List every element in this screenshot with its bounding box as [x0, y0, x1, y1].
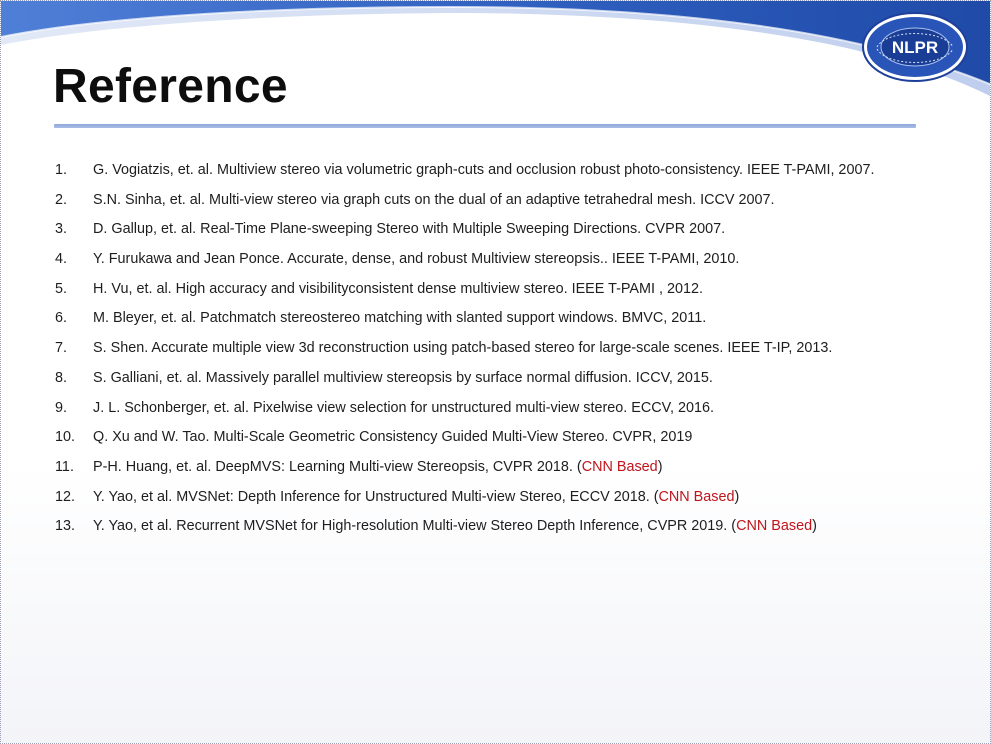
reference-text-close: ): [734, 488, 740, 505]
reference-text: P-H. Huang, et. al. DeepMVS: Learning Mu…: [93, 458, 582, 475]
reference-text: Y. Yao, et al. Recurrent MVSNet for High…: [93, 518, 737, 535]
reference-item: 10. Q. Xu and W. Tao. Multi-Scale Geometr…: [55, 423, 980, 453]
reference-number: 10.: [55, 429, 76, 446]
reference-number: 6.: [55, 310, 68, 327]
reference-number: 4.: [55, 251, 68, 268]
cnn-based-tag: CNN Based: [736, 518, 813, 535]
logo-text: NLPR: [892, 38, 938, 57]
reference-text: Y. Furukawa and Jean Ponce. Accurate, de…: [93, 251, 740, 268]
reference-item: 2. S.N. Sinha, et. al. Multi-view stereo …: [55, 186, 980, 216]
page-title: Reference: [53, 60, 288, 113]
reference-text-close: ): [812, 518, 817, 535]
reference-item: 5. H. Vu, et. al. High accuracy and visib…: [55, 275, 980, 305]
reference-number: 13.: [55, 518, 76, 535]
reference-text: Q. Xu and W. Tao. Multi-Scale Geometric …: [93, 429, 693, 446]
reference-number: 7.: [55, 340, 68, 357]
cnn-based-tag: CNN Based: [658, 488, 735, 505]
reference-number: 2.: [55, 191, 68, 208]
reference-number: 8.: [55, 369, 68, 386]
reference-item: 9. J. L. Schonberger, et. al. Pixelwise v…: [55, 394, 980, 424]
reference-number: 5.: [55, 280, 68, 297]
reference-number: 9.: [55, 399, 68, 416]
title-underline-divider: [54, 124, 916, 128]
reference-item: 11. P-H. Huang, et. al. DeepMVS: Learning…: [55, 453, 980, 483]
reference-item: 1. G. Vogiatzis, et. al. Multiview stereo…: [55, 156, 980, 186]
reference-text: M. Bleyer, et. al. Patchmatch stereoster…: [93, 310, 707, 327]
reference-text: G. Vogiatzis, et. al. Multiview stereo v…: [93, 162, 875, 178]
reference-text: D. Gallup, et. al. Real-Time Plane-sweep…: [93, 221, 726, 238]
reference-text: H. Vu, et. al. High accuracy and visibil…: [93, 280, 704, 297]
reference-item: 6. M. Bleyer, et. al. Patchmatch stereost…: [55, 304, 980, 334]
reference-number: 12.: [55, 488, 76, 505]
reference-number: 1.: [55, 162, 68, 178]
reference-item: 8. S. Galliani, et. al. Massively paralle…: [55, 364, 980, 394]
reference-text: S.N. Sinha, et. al. Multi-view stereo vi…: [93, 191, 775, 208]
reference-item: 7. S. Shen. Accurate multiple view 3d rec…: [55, 334, 980, 364]
cnn-based-tag: CNN Based: [581, 458, 658, 475]
reference-text-close: ): [657, 458, 663, 475]
reference-item: 13. Y. Yao, et al. Recurrent MVSNet for H…: [55, 512, 980, 542]
reference-list: 1. G. Vogiatzis, et. al. Multiview stereo…: [55, 156, 980, 542]
reference-text: J. L. Schonberger, et. al. Pixelwise vie…: [93, 399, 714, 416]
slide: NLPR Reference 1. G. Vogiatzis, et. al. M…: [0, 0, 991, 744]
reference-item: 4. Y. Furukawa and Jean Ponce. Accurate, …: [55, 245, 980, 275]
reference-text: Y. Yao, et al. MVSNet: Depth Inference f…: [93, 488, 659, 505]
reference-text: S. Shen. Accurate multiple view 3d recon…: [93, 340, 833, 357]
reference-number: 3.: [55, 221, 68, 238]
reference-item: 3. D. Gallup, et. al. Real-Time Plane-swe…: [55, 215, 980, 245]
reference-text: S. Galliani, et. al. Massively parallel …: [93, 369, 713, 386]
reference-number: 11.: [55, 458, 74, 475]
reference-item: 12. Y. Yao, et al. MVSNet: Depth Inferenc…: [55, 483, 980, 513]
nlpr-logo: NLPR: [862, 12, 968, 82]
